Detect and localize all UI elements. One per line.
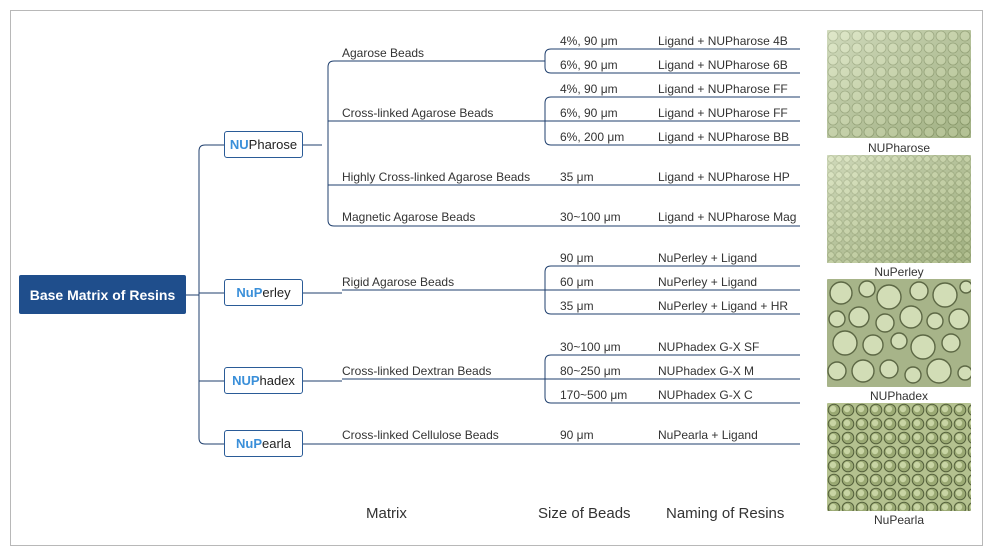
matrix-label: Cross-linked Agarose Beads: [342, 106, 494, 120]
resin-name: Ligand + NUPharose 4B: [658, 34, 788, 48]
brand-node-nupearla: NuP earla: [224, 430, 303, 457]
brand-suffix: hadex: [259, 373, 295, 388]
resin-name: NUPhadex G-X M: [658, 364, 755, 378]
matrix-label: Rigid Agarose Beads: [342, 275, 455, 289]
bead-micrograph-image: [827, 30, 971, 138]
column-heading-size: Size of Beads: [538, 505, 631, 522]
resin-name: NuPerley + Ligand: [658, 275, 758, 289]
brand-prefix: NuP: [236, 285, 263, 300]
column-heading-naming: Naming of Resins: [666, 505, 785, 522]
size-label: 90 μm: [560, 428, 594, 442]
brand-node-nuperley: NuP erley: [224, 279, 303, 306]
size-label: 30~100 μm: [560, 210, 621, 224]
brand-suffix: erley: [262, 285, 291, 300]
size-label: 4%, 90 μm: [560, 82, 618, 96]
size-label: 60 μm: [560, 275, 594, 289]
resin-name: Ligand + NUPharose FF: [658, 82, 788, 96]
resin-name: Ligand + NUPharose BB: [658, 130, 790, 144]
resin-name: NuPerley + Ligand + HR: [658, 299, 789, 313]
column-heading-matrix: Matrix: [366, 505, 407, 522]
matrix-label: Highly Cross-linked Agarose Beads: [342, 170, 531, 184]
bead-micrograph-image: [827, 279, 971, 387]
image-caption: NUPhadex: [869, 389, 929, 403]
matrix-label: Cross-linked Cellulose Beads: [342, 428, 499, 442]
matrix-label: Cross-linked Dextran Beads: [342, 364, 492, 378]
resin-name: Ligand + NUPharose FF: [658, 106, 788, 120]
size-label: 35 μm: [560, 299, 594, 313]
brand-node-nupharose: NU Pharose: [224, 131, 303, 158]
size-label: 6%, 200 μm: [560, 130, 625, 144]
matrix-label: Magnetic Agarose Beads: [342, 210, 476, 224]
image-caption: NuPerley: [874, 265, 924, 279]
size-label: 4%, 90 μm: [560, 34, 618, 48]
size-label: 30~100 μm: [560, 340, 621, 354]
brand-prefix: NUP: [232, 373, 260, 388]
resin-name: NuPerley + Ligand: [658, 251, 758, 265]
root-label: Base Matrix of Resins: [29, 286, 176, 303]
resin-name: Ligand + NUPharose HP: [658, 170, 790, 184]
image-caption: NUPharose: [867, 141, 931, 155]
resin-name: NUPhadex G-X C: [658, 388, 753, 402]
brand-prefix: NuP: [236, 436, 263, 451]
size-label: 90 μm: [560, 251, 594, 265]
brand-node-nuphadex: NUP hadex: [224, 367, 303, 394]
root-node: Base Matrix of Resins: [19, 275, 186, 314]
resin-name: NUPhadex G-X SF: [658, 340, 760, 354]
image-caption: NuPearla: [873, 513, 925, 527]
resin-name: NuPearla + Ligand: [658, 428, 758, 442]
bead-micrograph-image: [827, 155, 971, 263]
matrix-label: Agarose Beads: [342, 46, 425, 60]
size-label: 6%, 90 μm: [560, 106, 618, 120]
brand-suffix: Pharose: [248, 137, 298, 152]
size-label: 170~500 μm: [560, 388, 628, 402]
brand-prefix: NU: [229, 137, 249, 152]
size-label: 35 μm: [560, 170, 594, 184]
size-label: 6%, 90 μm: [560, 58, 618, 72]
resin-name: Ligand + NUPharose Mag: [658, 210, 797, 224]
resin-name: Ligand + NUPharose 6B: [658, 58, 788, 72]
brand-suffix: earla: [262, 436, 291, 451]
bead-micrograph-image: [827, 403, 971, 511]
size-label: 80~250 μm: [560, 364, 621, 378]
